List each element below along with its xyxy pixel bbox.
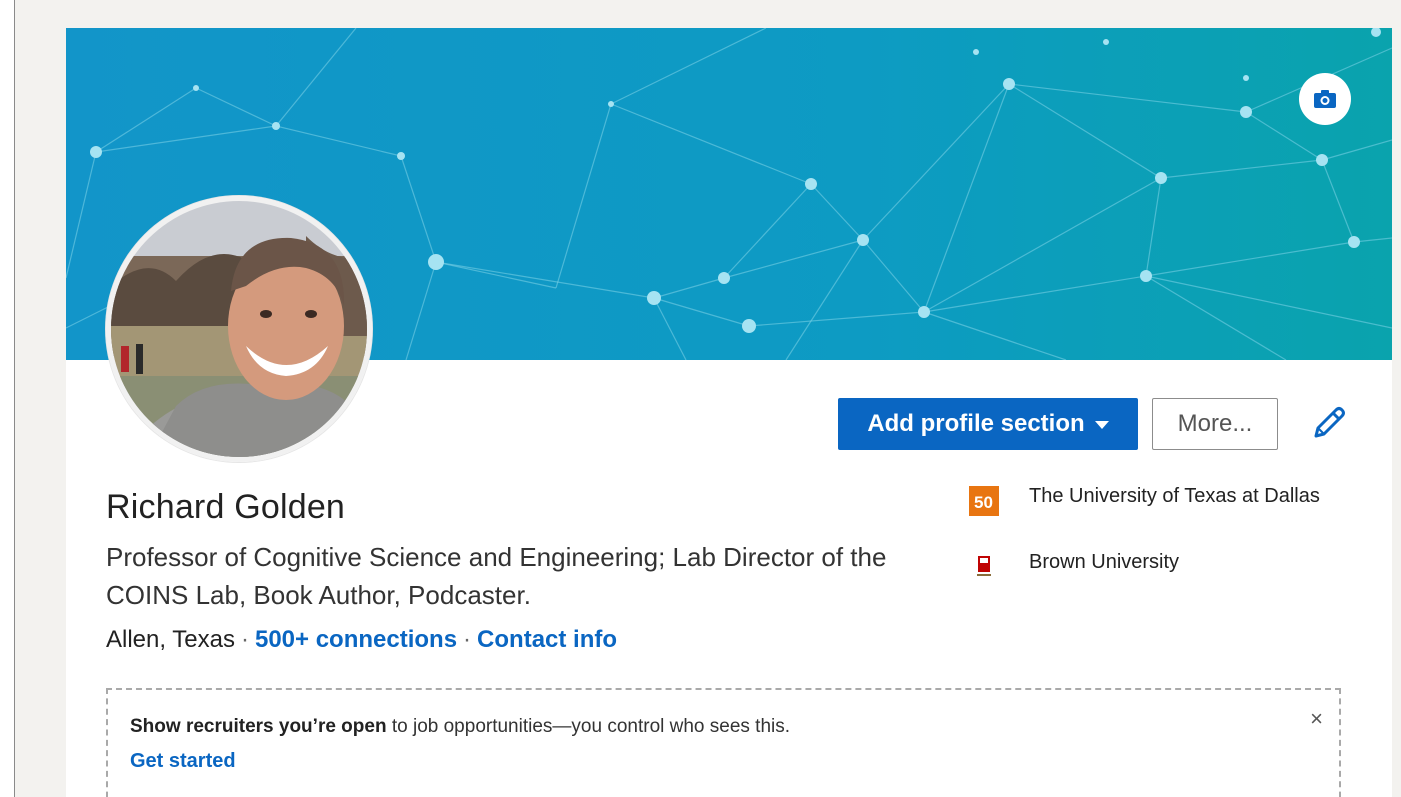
- meta-separator: ·: [463, 626, 472, 653]
- banner-camera-button[interactable]: [1299, 73, 1351, 125]
- profile-meta: Allen, Texas · 500+ connections · Contact in…: [106, 626, 617, 654]
- education-school-name: The University of Texas at Dallas: [1029, 485, 1320, 507]
- utd-logo-icon: 50: [969, 486, 999, 516]
- pencil-icon: [1314, 407, 1345, 438]
- camera-icon: [1314, 90, 1336, 108]
- more-button[interactable]: More...: [1152, 398, 1278, 450]
- profile-headline: Professor of Cognitive Science and Engin…: [106, 542, 887, 610]
- edit-profile-button[interactable]: [1308, 404, 1348, 444]
- caret-down-icon: [1094, 421, 1109, 429]
- get-started-link[interactable]: Get started: [130, 750, 236, 773]
- profile-photo-image: [106, 196, 372, 462]
- notice-bold-text: Show recruiters you’re open: [130, 716, 387, 737]
- notice-rest-text: to job opportunities—you control who see…: [386, 716, 791, 737]
- contact-info-link[interactable]: Contact info: [477, 626, 617, 653]
- close-icon[interactable]: ×: [1310, 706, 1323, 732]
- add-profile-section-button[interactable]: Add profile section: [838, 398, 1138, 450]
- utd-logo-text: 50: [974, 493, 993, 512]
- notice-text: Show recruiters you’re open to job oppor…: [130, 716, 790, 738]
- profile-card: Add profile section More... Richard Gold…: [66, 28, 1392, 797]
- education-item-brown[interactable]: Brown University: [969, 548, 1349, 588]
- brown-logo-icon: [977, 556, 991, 576]
- education-item-utd[interactable]: 50 The University of Texas at Dallas: [969, 482, 1349, 548]
- education-school-name: Brown University: [1029, 551, 1180, 573]
- add-profile-section-label: Add profile section: [867, 410, 1085, 437]
- education-list: 50 The University of Texas at Dallas Bro…: [969, 482, 1349, 588]
- profile-photo[interactable]: [106, 196, 372, 462]
- meta-separator: ·: [240, 626, 249, 653]
- profile-location: Allen, Texas: [106, 626, 235, 653]
- connections-link[interactable]: 500+ connections: [255, 626, 457, 653]
- open-to-work-notice: Show recruiters you’re open to job oppor…: [106, 688, 1341, 797]
- profile-name: Richard Golden: [106, 488, 346, 526]
